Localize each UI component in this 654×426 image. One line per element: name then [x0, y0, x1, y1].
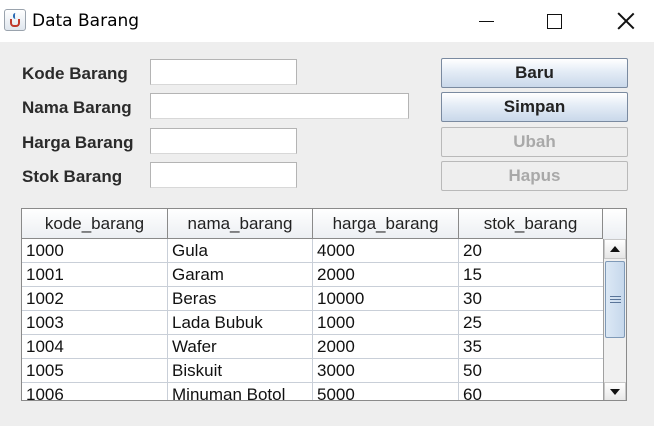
table-cell-harga-barang[interactable]: 4000	[313, 239, 459, 263]
table-cell-stok-barang[interactable]: 30	[459, 287, 604, 311]
table-cell-kode-barang[interactable]: 1002	[22, 287, 168, 311]
baru-button[interactable]: Baru	[441, 58, 628, 88]
stok-barang-label: Stok Barang	[22, 167, 123, 186]
table-row[interactable]: 1003 Lada Bubuk 1000 25	[22, 311, 604, 335]
table-body: 1000 Gula 4000 20 1001 Garam 2000 15 1002 Beras 10…	[22, 239, 604, 400]
kode-barang-field[interactable]	[150, 59, 297, 85]
close-icon	[617, 12, 635, 30]
column-header-nama-barang[interactable]: nama_barang	[168, 209, 313, 239]
window-title: Data Barang	[32, 11, 140, 31]
scroll-down-button[interactable]	[604, 382, 626, 400]
simpan-button[interactable]: Simpan	[441, 92, 628, 122]
table-cell-nama-barang[interactable]: Garam	[168, 263, 313, 287]
nama-barang-field[interactable]	[150, 93, 409, 119]
close-button[interactable]	[603, 0, 649, 42]
stok-barang-field[interactable]	[150, 162, 297, 188]
table-vertical-scrollbar[interactable]	[603, 239, 626, 400]
harga-barang-label: Harga Barang	[22, 133, 134, 152]
table-cell-stok-barang[interactable]: 50	[459, 359, 604, 383]
table-cell-harga-barang[interactable]: 5000	[313, 383, 459, 400]
scroll-up-button[interactable]	[604, 239, 626, 259]
table-cell-harga-barang[interactable]: 10000	[313, 287, 459, 311]
minimize-icon	[478, 20, 494, 22]
table-cell-stok-barang[interactable]: 25	[459, 311, 604, 335]
table-cell-nama-barang[interactable]: Wafer	[168, 335, 313, 359]
table-row[interactable]: 1005 Biskuit 3000 50	[22, 359, 604, 383]
table-cell-stok-barang[interactable]: 35	[459, 335, 604, 359]
maximize-button[interactable]	[531, 0, 577, 42]
table-row[interactable]: 1004 Wafer 2000 35	[22, 335, 604, 359]
table-cell-harga-barang[interactable]: 1000	[313, 311, 459, 335]
barang-table[interactable]: kode_barang nama_barang harga_barang sto…	[21, 208, 627, 401]
nama-barang-label: Nama Barang	[22, 98, 132, 117]
table-cell-stok-barang[interactable]: 60	[459, 383, 604, 400]
title-bar[interactable]: Data Barang	[0, 0, 654, 42]
kode-barang-label: Kode Barang	[22, 64, 128, 83]
java-cup-icon	[4, 9, 26, 31]
table-row[interactable]: 1006 Minuman Botol 5000 60	[22, 383, 604, 400]
table-cell-kode-barang[interactable]: 1000	[22, 239, 168, 263]
table-cell-stok-barang[interactable]: 15	[459, 263, 604, 287]
harga-barang-field[interactable]	[150, 128, 297, 154]
column-header-kode-barang[interactable]: kode_barang	[22, 209, 168, 239]
table-row[interactable]: 1000 Gula 4000 20	[22, 239, 604, 263]
table-cell-nama-barang[interactable]: Beras	[168, 287, 313, 311]
table-cell-nama-barang[interactable]: Lada Bubuk	[168, 311, 313, 335]
table-cell-nama-barang[interactable]: Biskuit	[168, 359, 313, 383]
ubah-button: Ubah	[441, 127, 628, 157]
table-cell-harga-barang[interactable]: 2000	[313, 335, 459, 359]
table-cell-harga-barang[interactable]: 3000	[313, 359, 459, 383]
column-header-harga-barang[interactable]: harga_barang	[313, 209, 459, 239]
table-header: kode_barang nama_barang harga_barang sto…	[22, 209, 626, 239]
table-header-corner	[603, 209, 626, 239]
table-row[interactable]: 1002 Beras 10000 30	[22, 287, 604, 311]
table-row[interactable]: 1001 Garam 2000 15	[22, 263, 604, 287]
arrow-down-icon	[610, 389, 620, 395]
column-header-stok-barang[interactable]: stok_barang	[459, 209, 603, 239]
maximize-icon	[546, 13, 562, 29]
scroll-thumb[interactable]	[605, 261, 625, 338]
table-cell-kode-barang[interactable]: 1005	[22, 359, 168, 383]
table-cell-harga-barang[interactable]: 2000	[313, 263, 459, 287]
table-cell-stok-barang[interactable]: 20	[459, 239, 604, 263]
table-cell-nama-barang[interactable]: Minuman Botol	[168, 383, 313, 400]
grip-icon	[609, 296, 621, 303]
table-cell-kode-barang[interactable]: 1001	[22, 263, 168, 287]
table-cell-kode-barang[interactable]: 1006	[22, 383, 168, 400]
table-cell-kode-barang[interactable]: 1003	[22, 311, 168, 335]
arrow-up-icon	[610, 246, 620, 252]
minimize-button[interactable]	[463, 0, 509, 42]
hapus-button: Hapus	[441, 161, 628, 191]
table-cell-nama-barang[interactable]: Gula	[168, 239, 313, 263]
table-cell-kode-barang[interactable]: 1004	[22, 335, 168, 359]
